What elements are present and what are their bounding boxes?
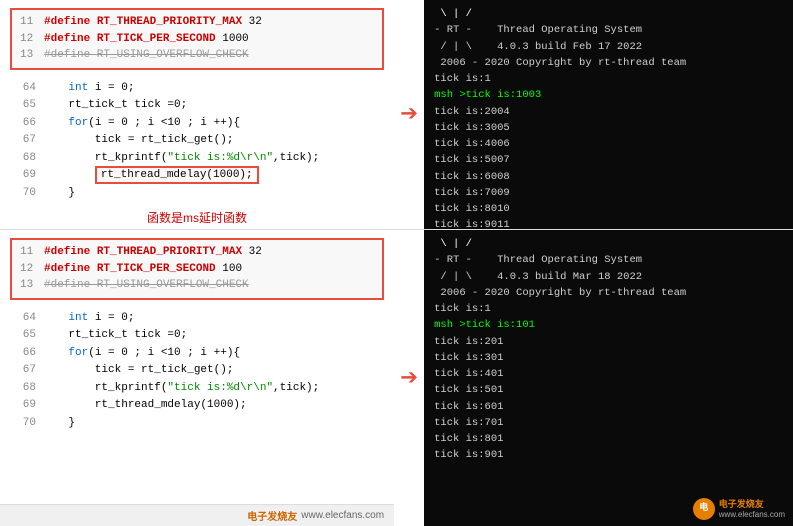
b-snippet-line-1: 11 #define RT_THREAD_PRIORITY_MAX 32: [20, 244, 374, 261]
term-line-11: tick is:6008: [434, 169, 783, 185]
top-arrow: ➔: [394, 0, 424, 229]
b-term-line-9: tick is:401: [434, 366, 783, 382]
logo-brand: 电子发烧友: [247, 508, 297, 523]
b-code-line-64: 64 int i = 0;: [14, 310, 380, 328]
term-line-4: 2006 - 2020 Copyright by rt-thread team: [434, 55, 783, 71]
b-term-line-6: msh >tick is:101: [434, 317, 783, 333]
snippet-line-1: 11 #define RT_THREAD_PRIORITY_MAX 32: [20, 14, 374, 31]
b-term-line-5: tick is:1: [434, 301, 783, 317]
b-term-line-7: tick is:201: [434, 334, 783, 350]
logo-icon: 电: [693, 498, 715, 520]
b-term-line-1: \ | /: [434, 236, 783, 252]
snippet-line-2: 12 #define RT_TICK_PER_SECOND 1000: [20, 31, 374, 48]
bottom-terminal: \ | / - RT - Thread Operating System / |…: [424, 230, 793, 526]
b-term-line-8: tick is:301: [434, 350, 783, 366]
top-code-main: 64 int i = 0; 65 rt_tick_t tick =0; 66 f…: [10, 78, 384, 205]
b-code-line-68: 68 rt_kprintf("tick is:%d\r\n",tick);: [14, 380, 380, 398]
top-code-snippet: 11 #define RT_THREAD_PRIORITY_MAX 32 12 …: [10, 8, 384, 70]
bottom-arrow: ➔: [394, 230, 424, 526]
snippet-code-2: #define RT_TICK_PER_SECOND 1000: [44, 31, 249, 48]
b-term-line-10: tick is:501: [434, 382, 783, 398]
top-section: 11 #define RT_THREAD_PRIORITY_MAX 32 12 …: [0, 0, 793, 230]
term-line-7: tick is:2004: [434, 104, 783, 120]
term-line-10: tick is:5007: [434, 152, 783, 168]
b-term-line-13: tick is:801: [434, 431, 783, 447]
term-line-3: / | \ 4.0.3 build Feb 17 2022: [434, 39, 783, 55]
logo-url: www.elecfans.com: [301, 510, 384, 521]
b-snippet-line-3: 13 #define RT_USING_OVERFLOW_CHECK: [20, 277, 374, 294]
snippet-code-3: #define RT_USING_OVERFLOW_CHECK: [44, 47, 249, 64]
snippet-code-1: #define RT_THREAD_PRIORITY_MAX 32: [44, 14, 262, 31]
line-num-13: 13: [20, 47, 38, 64]
code-line-65: 65 rt_tick_t tick =0;: [14, 97, 380, 115]
b-term-line-11: tick is:601: [434, 399, 783, 415]
main-container: 11 #define RT_THREAD_PRIORITY_MAX 32 12 …: [0, 0, 793, 526]
logo-text-group: 电子发烧友 www.elecfans.com: [719, 499, 785, 519]
term-line-12: tick is:7009: [434, 185, 783, 201]
term-line-9: tick is:4006: [434, 136, 783, 152]
b-term-line-14: tick is:901: [434, 447, 783, 463]
b-term-line-4: 2006 - 2020 Copyright by rt-thread team: [434, 285, 783, 301]
snippet-line-3: 13 #define RT_USING_OVERFLOW_CHECK: [20, 47, 374, 64]
bottom-code-snippet: 11 #define RT_THREAD_PRIORITY_MAX 32 12 …: [10, 238, 384, 300]
term-line-1: \ | /: [434, 6, 783, 22]
b-code-line-67: 67 tick = rt_tick_get();: [14, 362, 380, 380]
b-snippet-line-2: 12 #define RT_TICK_PER_SECOND 100: [20, 261, 374, 278]
logo-brand-term: 电子发烧友: [719, 499, 785, 510]
code-line-66: 66 for(i = 0 ; i <10 ; i ++){: [14, 115, 380, 133]
term-line-2: - RT - Thread Operating System: [434, 22, 783, 38]
bottom-code-panel: 11 #define RT_THREAD_PRIORITY_MAX 32 12 …: [0, 230, 394, 526]
code-line-69: 69 rt_thread_mdelay(1000);: [14, 167, 380, 185]
b-term-line-3: / | \ 4.0.3 build Mar 18 2022: [434, 269, 783, 285]
b-code-line-69: 69 rt_thread_mdelay(1000);: [14, 397, 380, 415]
bottom-code-main: 64 int i = 0; 65 rt_tick_t tick =0; 66 f…: [10, 308, 384, 435]
bottom-section: 11 #define RT_THREAD_PRIORITY_MAX 32 12 …: [0, 230, 793, 526]
logo-url-term: www.elecfans.com: [719, 510, 785, 520]
code-line-64: 64 int i = 0;: [14, 80, 380, 98]
term-line-6: msh >tick is:1003: [434, 87, 783, 103]
term-line-5: tick is:1: [434, 71, 783, 87]
line-num-12: 12: [20, 31, 38, 48]
b-term-line-2: - RT - Thread Operating System: [434, 252, 783, 268]
code-line-67: 67 tick = rt_tick_get();: [14, 132, 380, 150]
term-line-13: tick is:8010: [434, 201, 783, 217]
code-line-68: 68 rt_kprintf("tick is:%d\r\n",tick);: [14, 150, 380, 168]
annotation-line-1: 函数是ms延时函数: [0, 209, 394, 228]
term-line-8: tick is:3005: [434, 120, 783, 136]
b-term-line-12: tick is:701: [434, 415, 783, 431]
terminal-logo: 电 电子发烧友 www.elecfans.com: [693, 498, 785, 520]
code-line-70: 70 }: [14, 185, 380, 203]
b-code-line-70: 70 }: [14, 415, 380, 433]
b-code-line-65: 65 rt_tick_t tick =0;: [14, 327, 380, 345]
line-num-11: 11: [20, 14, 38, 31]
top-terminal: \ | / - RT - Thread Operating System / |…: [424, 0, 793, 229]
top-code-panel: 11 #define RT_THREAD_PRIORITY_MAX 32 12 …: [0, 0, 394, 229]
b-code-line-66: 66 for(i = 0 ; i <10 ; i ++){: [14, 345, 380, 363]
logo-bar: 电子发烧友 www.elecfans.com: [0, 504, 394, 526]
